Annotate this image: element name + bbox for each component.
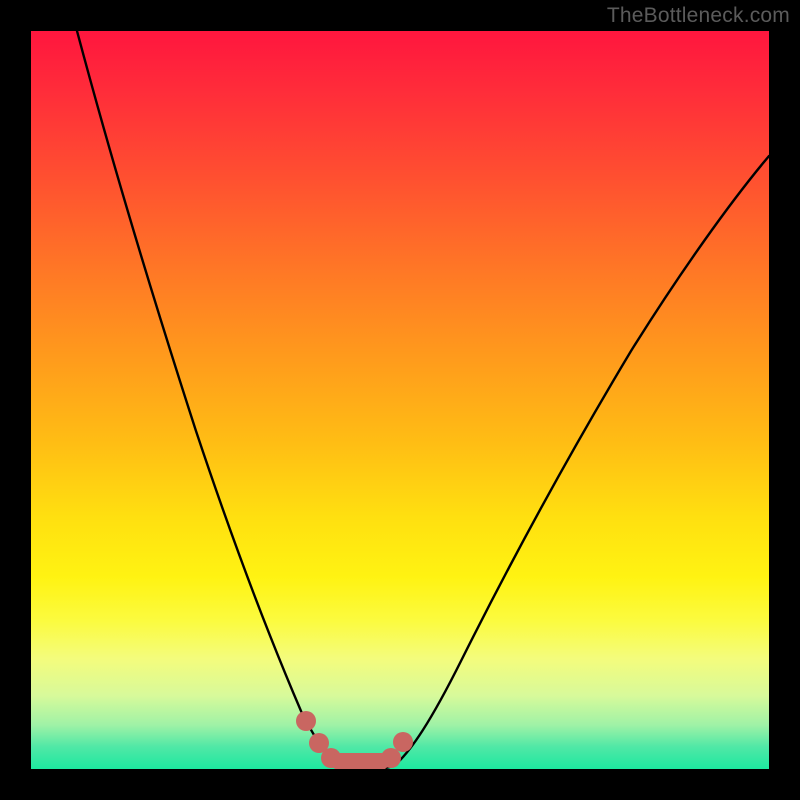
plot-area bbox=[31, 31, 769, 769]
bottleneck-curve bbox=[31, 31, 769, 769]
valley-markers bbox=[296, 711, 413, 769]
curve-left bbox=[77, 31, 339, 766]
curve-right bbox=[395, 156, 769, 765]
watermark-text: TheBottleneck.com bbox=[607, 4, 790, 28]
chart-frame: TheBottleneck.com bbox=[0, 0, 800, 800]
